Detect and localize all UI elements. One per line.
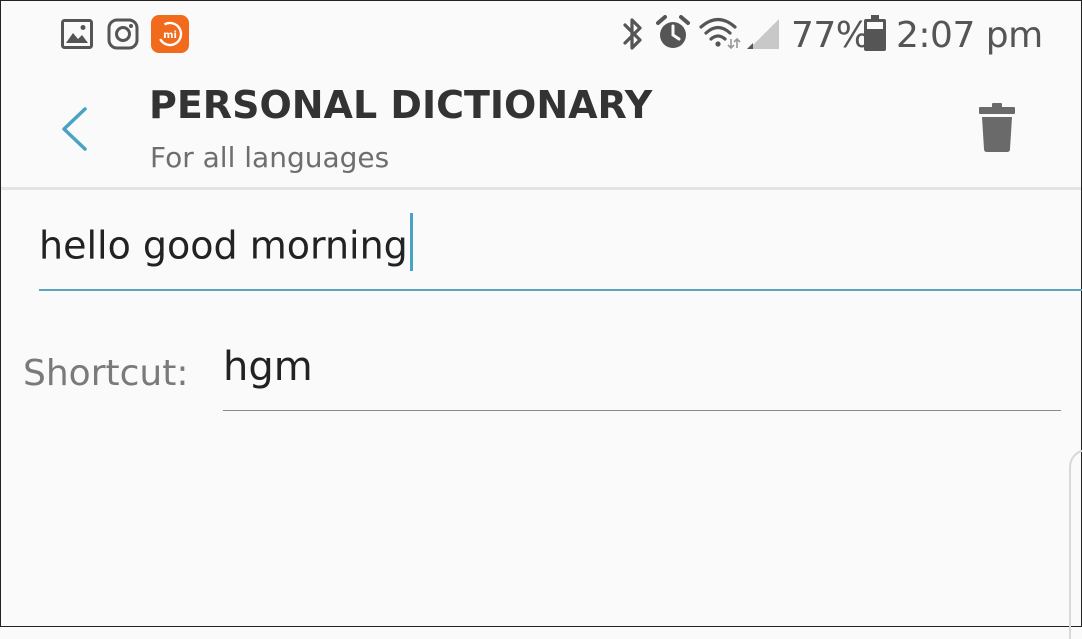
edge-panel-handle[interactable] (1069, 449, 1082, 639)
text-cursor (409, 213, 413, 271)
app-bar-divider (1, 187, 1081, 190)
shortcut-input-value: hgm (223, 344, 313, 390)
back-button[interactable] (51, 101, 99, 157)
clock-time: 2:07 pm (896, 15, 1043, 56)
battery-percent: 77% (791, 15, 870, 56)
wifi-icon (698, 15, 742, 56)
word-input-wrapper: hello good morning (39, 213, 413, 277)
battery-icon (863, 15, 887, 58)
status-bar: mi 77% 2:07 pm (1, 1, 1081, 71)
delete-button[interactable] (973, 101, 1021, 157)
page-subtitle: For all languages (150, 141, 390, 174)
word-input-underline (39, 289, 1082, 291)
word-input-value: hello good morning (39, 223, 408, 268)
gallery-icon (61, 19, 93, 54)
mi-app-icon: mi (151, 15, 189, 58)
shortcut-input[interactable]: hgm (223, 336, 1061, 414)
app-bar: PERSONAL DICTIONARY For all languages (1, 71, 1081, 187)
signal-icon (745, 15, 781, 56)
word-input[interactable]: hello good morning (39, 209, 1082, 291)
alarm-icon (655, 15, 691, 56)
instagram-icon (107, 18, 139, 55)
page-title: PERSONAL DICTIONARY (149, 83, 653, 127)
shortcut-input-underline (223, 410, 1061, 411)
shortcut-label: Shortcut: (23, 353, 189, 394)
trash-icon (979, 103, 1015, 152)
bluetooth-icon (621, 16, 645, 57)
svg-text:mi: mi (163, 30, 177, 41)
chevron-left-icon (62, 107, 87, 151)
